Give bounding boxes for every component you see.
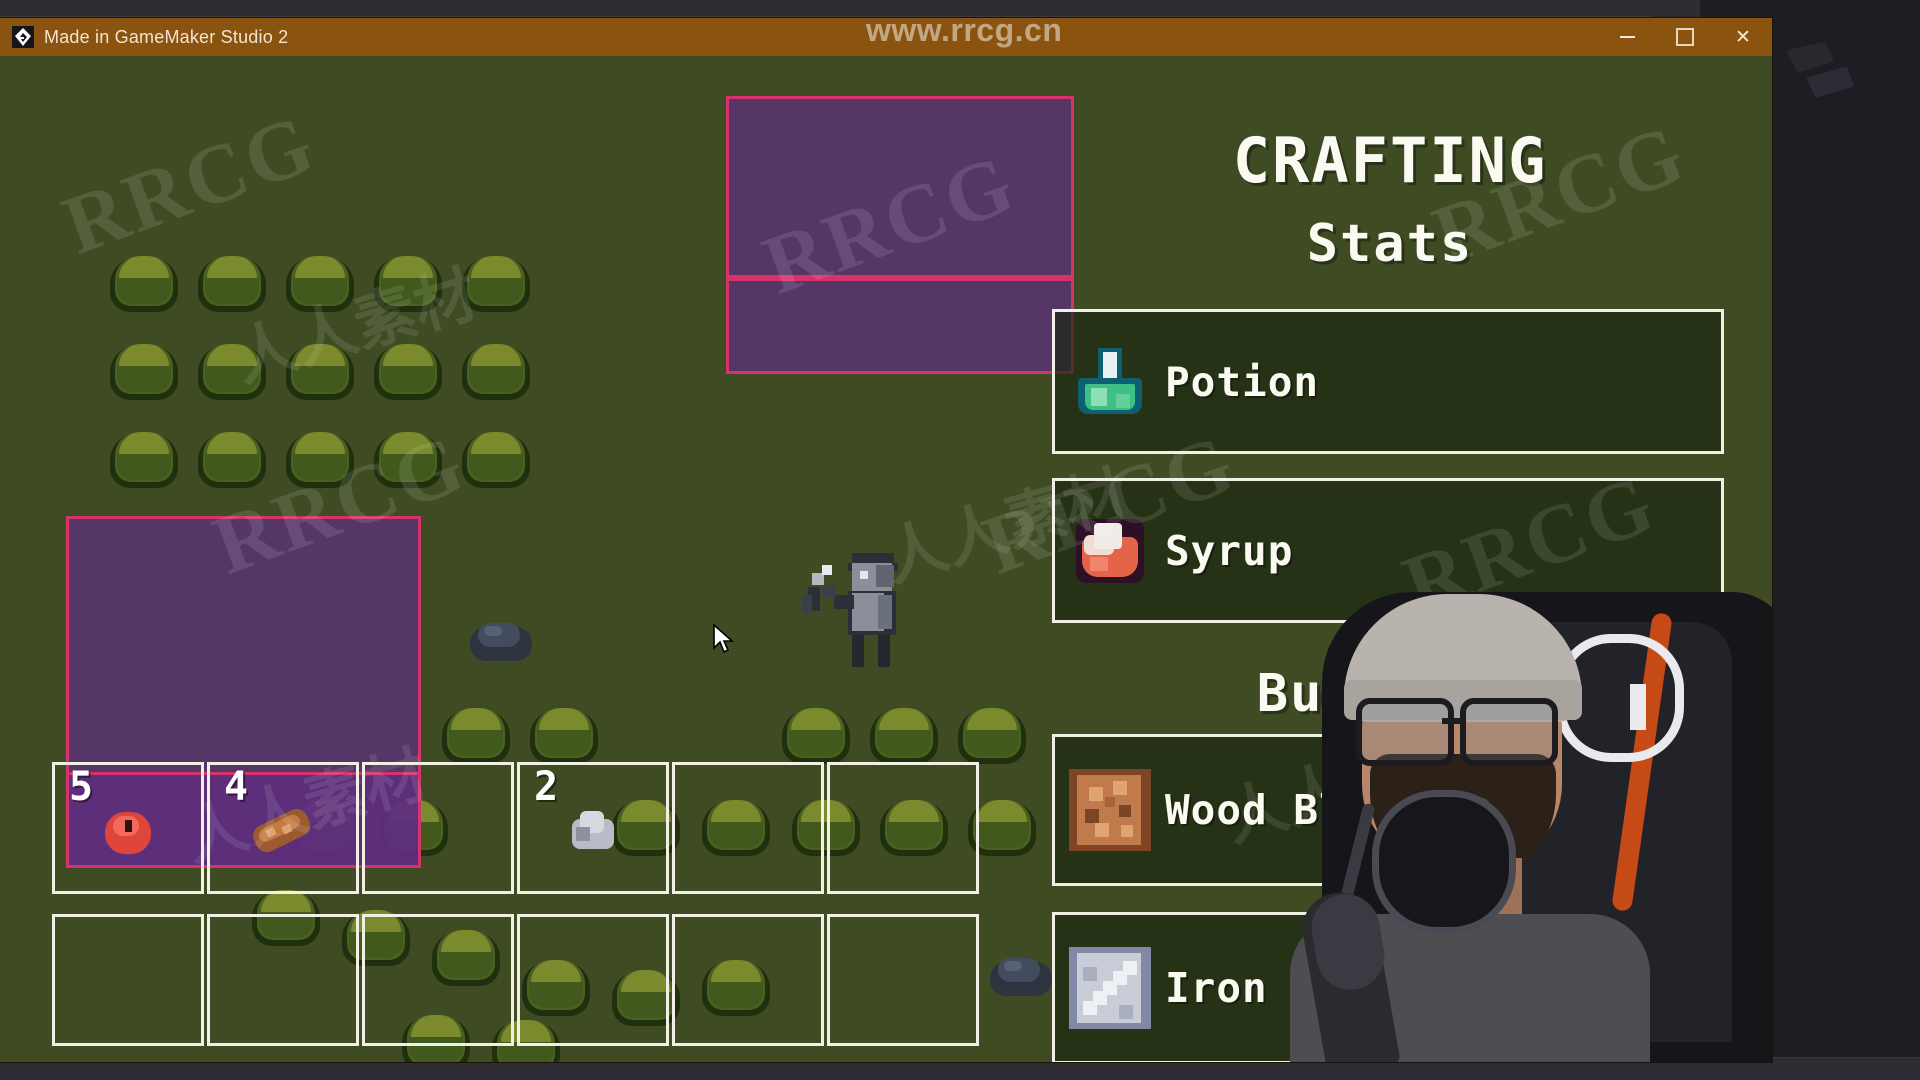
chair-brand-logo-bar-icon [1630, 684, 1646, 730]
iron-block-icon [1055, 947, 1165, 1029]
craft-item-label: Potion [1165, 357, 1320, 406]
inventory-slot[interactable] [517, 914, 669, 1046]
craft-item-potion[interactable]: Potion [1052, 309, 1724, 454]
slot-count: 5 [69, 764, 94, 810]
inventory-slot[interactable] [827, 914, 979, 1046]
ide-toolbar-strip [0, 0, 1920, 17]
inventory-slot[interactable] [362, 762, 514, 894]
debug-hitbox-upper [726, 96, 1074, 278]
close-button[interactable]: ✕ [1714, 18, 1772, 56]
rock-prop[interactable] [470, 621, 540, 669]
inventory-slot[interactable] [207, 914, 359, 1046]
window-controls: ✕ [1598, 18, 1772, 56]
game-window: Made in GameMaker Studio 2 ✕ 5 4 2 CRAFT… [0, 18, 1772, 1062]
wood-log-icon [249, 804, 314, 856]
player-character[interactable] [800, 551, 910, 671]
glasses-bridge [1442, 718, 1464, 724]
crafting-heading: CRAFTING [1232, 124, 1548, 197]
game-viewport[interactable]: 5 4 2 CRAFTING Stats Potion Syrup Wood B… [0, 56, 1772, 1062]
ide-decoration-icon [1786, 41, 1854, 98]
inventory-slot[interactable] [672, 762, 824, 894]
window-title-bar: Made in GameMaker Studio 2 ✕ [0, 18, 1772, 56]
inventory-hotbar[interactable]: 5 4 2 [52, 762, 979, 1058]
minimize-button[interactable] [1598, 18, 1656, 56]
inventory-slot[interactable]: 4 [207, 762, 359, 894]
syrup-bottle-icon [1055, 513, 1165, 589]
window-title-text: Made in GameMaker Studio 2 [44, 26, 289, 47]
glasses-right-lens [1460, 698, 1558, 766]
slot-count: 2 [534, 764, 559, 810]
inventory-slot[interactable]: 5 [52, 762, 204, 894]
inventory-slot[interactable]: 2 [517, 762, 669, 894]
gamemaker-logo-icon [12, 26, 34, 48]
slot-count: 4 [224, 764, 249, 810]
inventory-slot[interactable] [52, 914, 204, 1046]
glasses-left-lens [1356, 698, 1454, 766]
webcam-overlay [1252, 502, 1772, 1062]
pop-filter [1372, 790, 1516, 934]
debug-hitbox-upper-2 [726, 278, 1074, 374]
potion-flask-icon [1055, 344, 1165, 420]
screen: _array Made in GameMaker Studio 2 ✕ [0, 0, 1920, 1080]
inventory-slot[interactable] [362, 914, 514, 1046]
stone-icon [570, 809, 616, 853]
inventory-slot[interactable] [672, 914, 824, 1046]
stats-subheading: Stats [1306, 214, 1474, 274]
inventory-slot[interactable] [827, 762, 979, 894]
berry-icon [101, 806, 155, 856]
wood-block-icon [1055, 769, 1165, 851]
maximize-button[interactable] [1656, 18, 1714, 56]
